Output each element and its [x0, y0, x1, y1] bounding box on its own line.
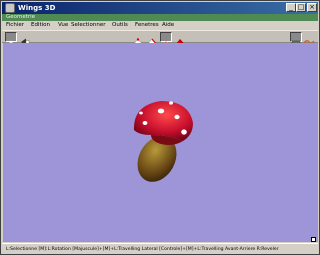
app-icon[interactable]	[5, 3, 15, 13]
menu-select[interactable]: Selectionner	[71, 21, 105, 30]
close-button[interactable]: ×	[307, 3, 317, 12]
edge-select-button[interactable]	[146, 32, 158, 46]
minimize-button[interactable]: _	[286, 3, 296, 12]
menu-edit[interactable]: Edition	[31, 21, 50, 30]
3d-viewport[interactable]	[3, 43, 318, 242]
mushroom-model[interactable]	[3, 43, 318, 242]
menu-view[interactable]: Vue	[58, 21, 68, 30]
body-select-button[interactable]	[174, 32, 186, 45]
menu-tools[interactable]: Outils	[112, 21, 128, 30]
geometry-window-header[interactable]: Geometrie	[2, 14, 318, 21]
menu-file[interactable]: Fichier	[6, 21, 24, 30]
wireframe-button[interactable]	[290, 32, 302, 48]
shaded-button[interactable]	[303, 32, 315, 44]
geometry-label: Geometrie	[6, 14, 36, 20]
maximize-button[interactable]: □	[296, 3, 306, 12]
undo-button[interactable]	[19, 32, 31, 46]
status-text: L:Selectionne [M]:L:Rotation [Majuscule]…	[6, 247, 279, 252]
title-bar[interactable]: Wings 3D _ □ ×	[2, 2, 318, 14]
menu-bar: Fichier Edition Vue Selectionner Outils …	[2, 21, 318, 30]
status-bar: L:Selectionne [M]:L:Rotation [Majuscule]…	[2, 243, 318, 254]
menu-windows[interactable]: Fenetres	[135, 21, 159, 30]
window-title: Wings 3D	[18, 4, 56, 12]
vertex-select-button[interactable]	[132, 32, 144, 46]
app-window: Wings 3D _ □ × Geometrie Fichier Edition…	[0, 0, 320, 255]
view-mode-button[interactable]	[5, 32, 17, 48]
toolbar	[2, 30, 318, 48]
resize-corner-icon[interactable]	[311, 237, 316, 242]
face-select-button[interactable]	[160, 32, 172, 48]
menu-help[interactable]: Aide	[162, 21, 174, 30]
